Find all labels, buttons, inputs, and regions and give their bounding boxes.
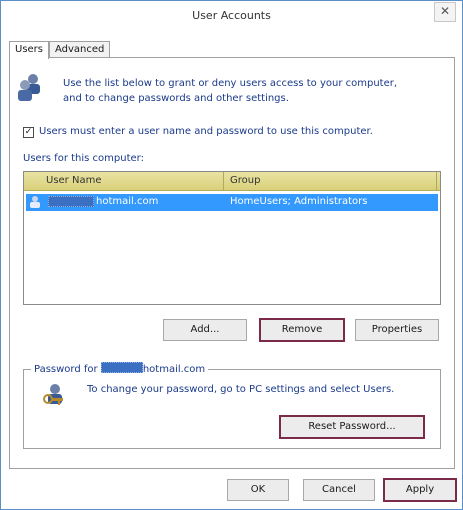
require-password-checkbox[interactable]: ✓ [23,127,34,138]
users-section-label: Users for this computer: [23,153,144,164]
users-key-icon [43,384,63,405]
user-accounts-window: User Accounts ✕ Users Advanced Use the l… [0,0,463,510]
close-button[interactable]: ✕ [434,2,456,22]
apply-button[interactable]: Apply [383,478,457,502]
column-divider[interactable] [436,172,437,191]
password-group-title: Password for hotmail.com [31,362,209,375]
column-header-group[interactable]: Group [230,175,260,186]
ok-button[interactable]: OK [227,479,289,501]
close-icon: ✕ [439,4,451,18]
intro-text: Use the list below to grant or deny user… [63,78,398,104]
list-header: User Name Group [24,172,440,191]
password-instructions: To change your password, go to PC settin… [87,384,395,395]
redacted-email [100,362,143,373]
reset-password-button[interactable]: Reset Password... [279,415,425,439]
user-account-icon [30,196,40,208]
tab-users[interactable]: Users [9,41,50,59]
require-password-label: Users must enter a user name and passwor… [39,126,373,137]
window-title: User Accounts [192,9,271,22]
add-button[interactable]: Add... [163,319,247,341]
users-icon [18,74,40,101]
tab-advanced[interactable]: Advanced [49,41,111,58]
group-cell: HomeUsers; Administrators [230,196,368,207]
column-divider[interactable] [223,172,224,191]
table-row[interactable]: hotmail.com HomeUsers; Administrators [26,194,438,211]
properties-button[interactable]: Properties [355,319,439,341]
redacted-username [48,196,94,207]
remove-button[interactable]: Remove [259,318,345,342]
cancel-button[interactable]: Cancel [303,479,375,501]
user-name-cell: hotmail.com [96,196,159,207]
title-bar: User Accounts ✕ [1,1,462,31]
users-list[interactable]: User Name Group hotmail.com HomeUsers; A… [23,171,441,305]
column-header-user-name[interactable]: User Name [46,175,101,186]
